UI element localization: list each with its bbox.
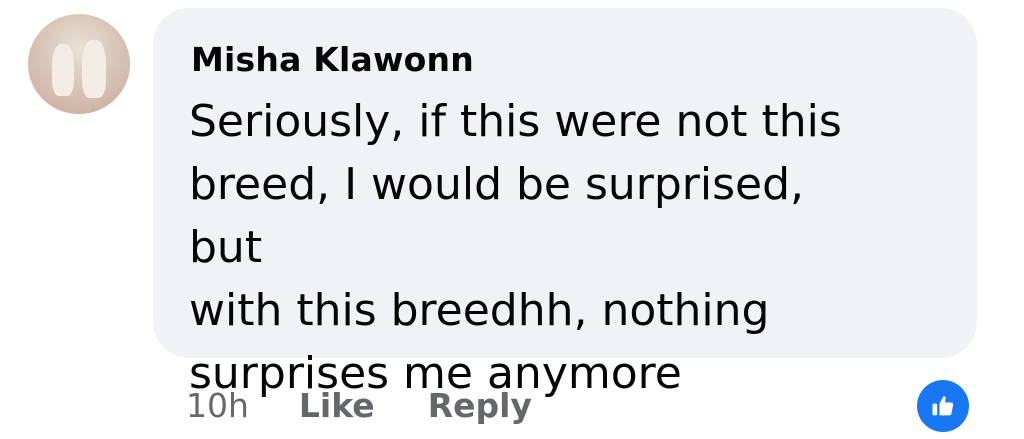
avatar-figure [82,40,106,98]
comment-text-line: Seriously, if this were not this [189,96,842,147]
reply-button[interactable]: Reply [428,386,532,425]
comment-author[interactable]: Misha Klawonn [191,40,474,79]
comment: Misha Klawonn Seriously, if this were no… [0,0,1024,439]
comment-text: Seriously, if this were not this breed, … [189,90,889,405]
like-button[interactable]: Like [299,386,375,425]
thumbs-up-icon[interactable] [917,380,969,432]
comment-text-line: breed, I would be surprised, but [189,159,805,273]
avatar-figure [52,44,74,96]
avatar[interactable] [28,14,130,114]
thumbs-up-icon-glyph [932,396,954,416]
comment-actions: 10h Like Reply [186,381,532,429]
comment-text-line: with this breedhh, nothing [189,285,770,336]
comment-bubble: Misha Klawonn Seriously, if this were no… [153,8,977,399]
comment-timestamp[interactable]: 10h [186,386,249,425]
